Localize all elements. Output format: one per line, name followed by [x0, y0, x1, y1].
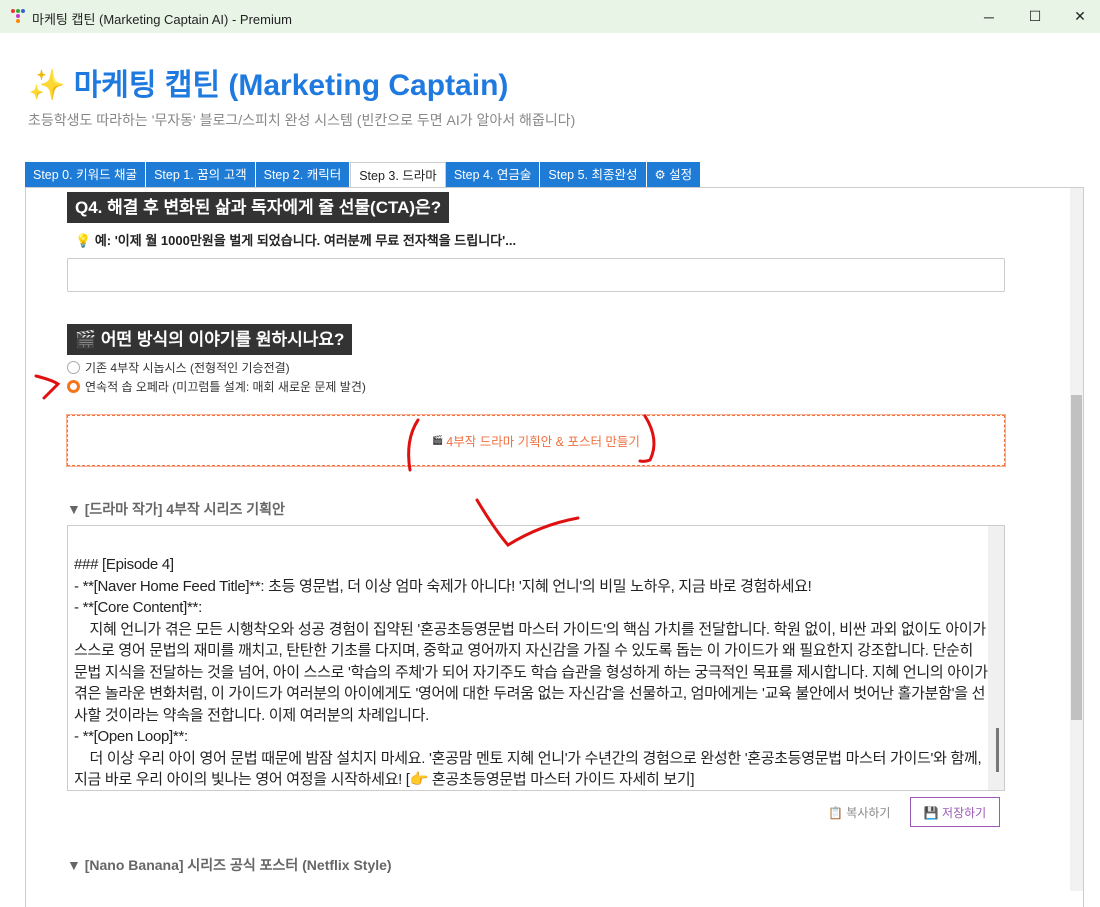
textarea-scrollbar[interactable] — [988, 526, 1004, 790]
q4-input[interactable] — [67, 258, 1005, 292]
app-logo-icon — [11, 9, 25, 23]
generate-button-label: 4부작 드라마 기획안 & 포스터 만들기 — [446, 435, 640, 449]
sparkles-icon: ✨ — [28, 69, 66, 102]
story-type-heading-text: 어떤 방식의 이야기를 원하시나요? — [100, 330, 345, 349]
radio-soap-opera[interactable]: 연속적 솝 오페라 (미끄럼틀 설계: 매회 새로운 문제 발견) — [67, 378, 366, 395]
radio-label: 연속적 솝 오페라 (미끄럼틀 설계: 매회 새로운 문제 발견) — [85, 380, 366, 394]
radio-label: 기존 4부작 시놉시스 (전형적인 기승전결) — [85, 361, 290, 375]
tab-step4[interactable]: Step 4. 연금술 — [445, 162, 541, 188]
page-subtitle: 초등학생도 따라하는 '무자동' 블로그/스피치 완성 시스템 (빈칸으로 두면… — [28, 112, 576, 128]
window-title: 마케팅 캡틴 (Marketing Captain AI) - Premium — [32, 12, 292, 27]
radio-circle[interactable] — [67, 361, 80, 374]
copy-button[interactable]: 📋 복사하기 — [828, 804, 890, 821]
q4-hint: 💡 예: '이제 월 1000만원을 벌게 되었습니다. 여러분께 무료 전자책… — [75, 230, 516, 249]
q4-hint-text: 예: '이제 월 1000만원을 벌게 되었습니다. 여러분께 무료 전자책을 … — [94, 233, 517, 248]
tab-step1[interactable]: Step 1. 꿈의 고객 — [146, 162, 256, 188]
q4-heading: Q4. 해결 후 변화된 삶과 독자에게 줄 선물(CTA)은? — [67, 192, 450, 223]
radio-circle-selected[interactable] — [67, 380, 80, 393]
tab-step3[interactable]: Step 3. 드라마 — [350, 162, 446, 188]
generate-drama-button[interactable]: 🎬 4부작 드라마 기획안 & 포스터 만들기 — [66, 414, 1006, 467]
clapperboard-icon: 🎬 — [432, 435, 444, 445]
minimize-button[interactable]: ─ — [966, 0, 1012, 33]
panel-scrollbar-thumb[interactable] — [1071, 395, 1082, 720]
save-button[interactable]: 💾 저장하기 — [910, 797, 1000, 827]
page-title: ✨ 마케팅 캡틴 (Marketing Captain) — [28, 60, 508, 104]
close-button[interactable]: ✕ — [1057, 0, 1100, 33]
lightbulb-icon: 💡 — [75, 233, 92, 248]
tab-step2[interactable]: Step 2. 캐릭터 — [255, 162, 351, 188]
poster-section-header[interactable]: ▼ [Nano Banana] 시리즈 공식 포스터 (Netflix Styl… — [67, 855, 392, 875]
tab-step5[interactable]: Step 5. 최종완성 — [540, 162, 647, 188]
plan-output-textarea[interactable]: ### [Episode 4] - **[Naver Home Feed Tit… — [67, 525, 1005, 791]
window-titlebar: 마케팅 캡틴 (Marketing Captain AI) - Premium … — [0, 0, 1100, 33]
radio-classic-synopsis[interactable]: 기존 4부작 시놉시스 (전형적인 기승전결) — [67, 359, 290, 376]
textarea-scrollbar-thumb[interactable] — [996, 728, 999, 772]
story-type-heading: 🎬 어떤 방식의 이야기를 원하시나요? — [67, 324, 353, 355]
tab-settings[interactable]: ⚙ 설정 — [646, 162, 702, 188]
page-title-text: 마케팅 캡틴 (Marketing Captain) — [73, 69, 509, 102]
plan-section-header[interactable]: ▼ [드라마 작가] 4부작 시리즈 기획안 — [67, 499, 285, 519]
maximize-button[interactable]: ☐ — [1012, 0, 1058, 33]
plan-output-text: ### [Episode 4] - **[Naver Home Feed Tit… — [74, 556, 988, 788]
tab-step0[interactable]: Step 0. 키워드 채굴 — [25, 162, 147, 188]
step-tabs: Step 0. 키워드 채굴 Step 1. 꿈의 고객 Step 2. 캐릭터… — [25, 162, 702, 188]
clapperboard-icon: 🎬 — [75, 330, 97, 349]
